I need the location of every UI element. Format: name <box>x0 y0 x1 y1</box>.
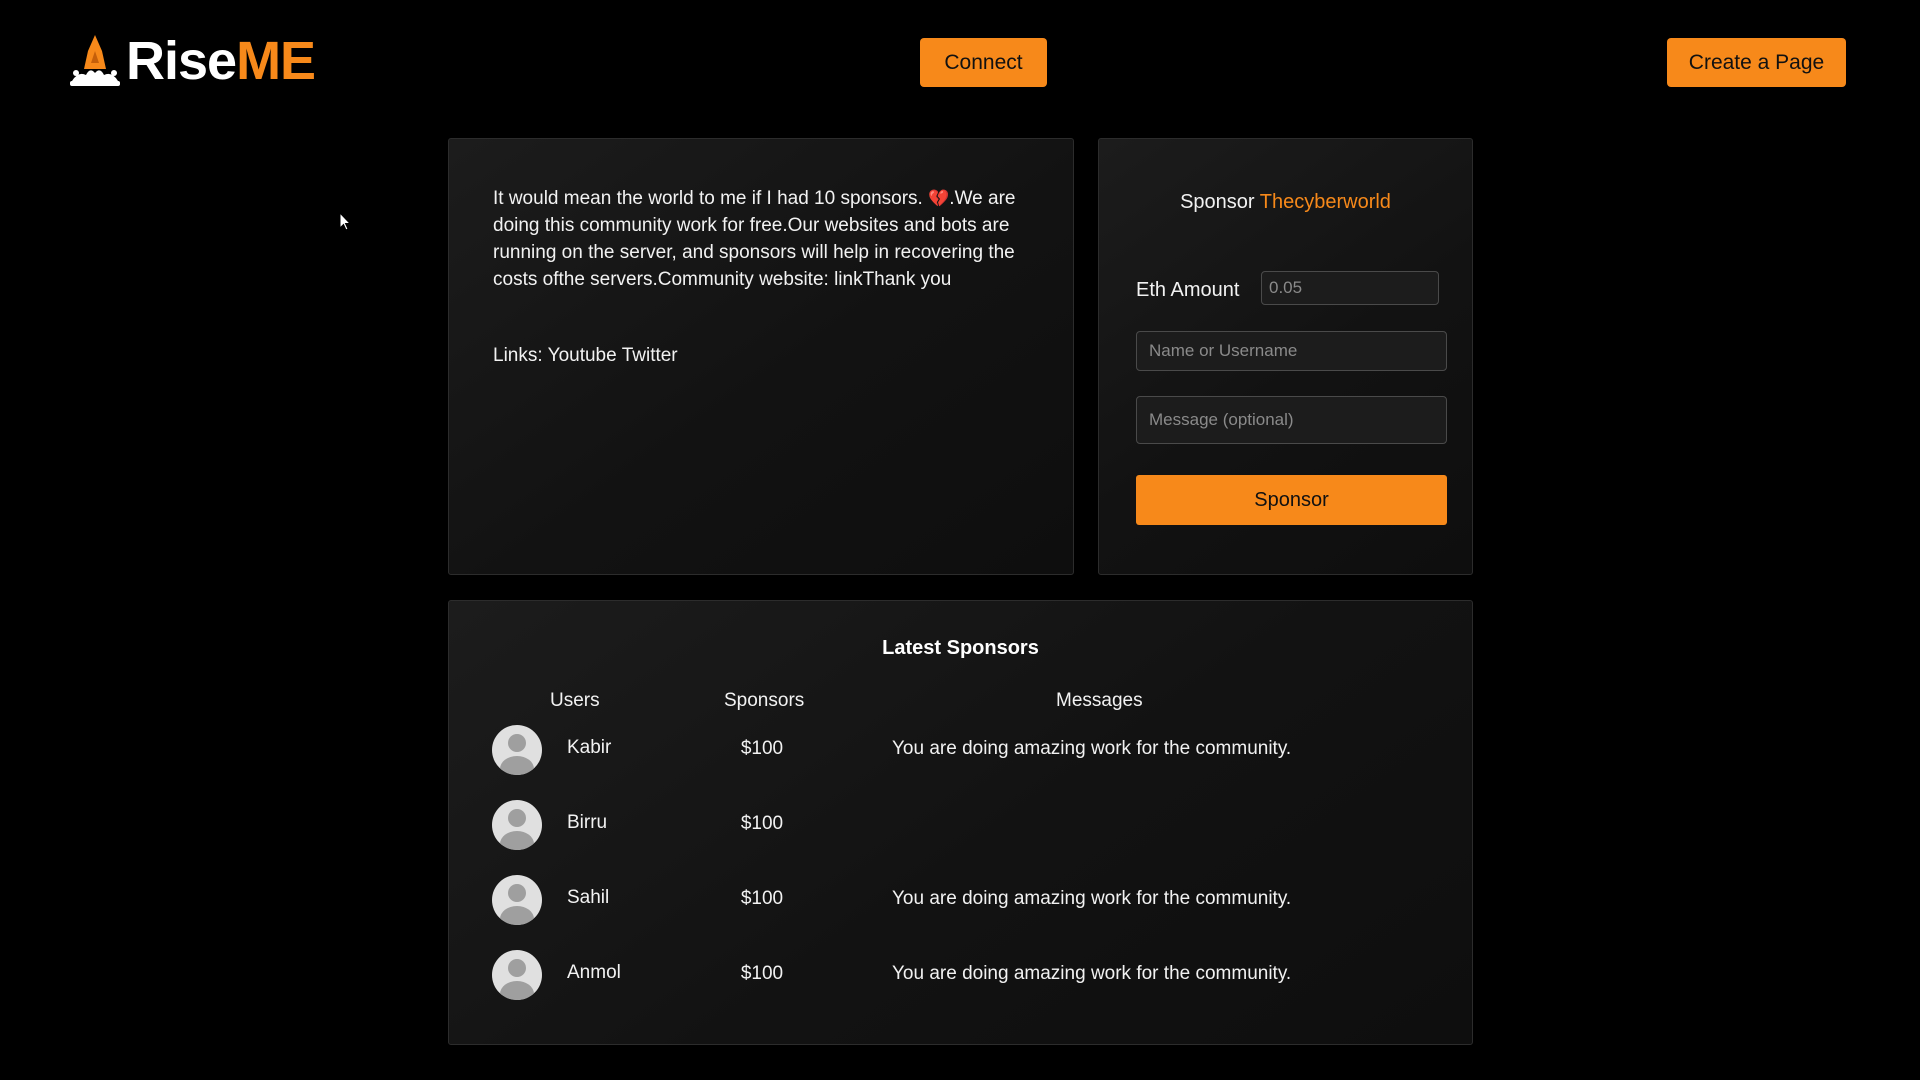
sponsor-row: Anmol $100 You are doing amazing work fo… <box>449 950 1472 1000</box>
sponsor-row: Sahil $100 You are doing amazing work fo… <box>449 875 1472 925</box>
sponsor-message: You are doing amazing work for the commu… <box>892 888 1292 909</box>
sponsor-button[interactable]: Sponsor <box>1136 475 1447 525</box>
eth-amount-label: Eth Amount <box>1136 279 1240 301</box>
default-user-icon <box>492 800 542 850</box>
sponsor-message: You are doing amazing work for the commu… <box>892 738 1292 759</box>
latest-sponsors-card: Latest Sponsors Users Sponsors Messages … <box>448 600 1473 1045</box>
column-header-users: Users <box>550 690 600 711</box>
creator-name: Thecyberworld <box>1259 191 1391 213</box>
latest-sponsors-title: Latest Sponsors <box>882 637 1039 659</box>
sponsor-amount: $100 <box>740 738 784 759</box>
default-user-icon <box>492 950 542 1000</box>
name-input[interactable] <box>1136 331 1447 371</box>
sponsor-form-card: Sponsor Thecyberworld Eth Amount Sponsor <box>1098 138 1473 575</box>
twitter-link[interactable]: Twitter <box>622 345 678 367</box>
eth-amount-input[interactable] <box>1261 271 1439 305</box>
sponsor-message: You are doing amazing work for the commu… <box>892 963 1292 984</box>
column-header-sponsors: Sponsors <box>724 690 805 711</box>
broken-heart-icon: 💔 <box>928 189 950 208</box>
youtube-link[interactable]: Youtube <box>548 345 617 367</box>
sponsor-user: Anmol <box>567 962 621 983</box>
links-row: Links: Youtube Twitter <box>493 345 678 367</box>
about-description: It would mean the world to me if I had 1… <box>493 188 1016 290</box>
create-page-button[interactable]: Create a Page <box>1667 38 1846 87</box>
logo-text: RiseME <box>126 31 316 91</box>
message-input[interactable] <box>1136 396 1447 444</box>
rocket-flame-icon <box>70 35 120 86</box>
mouse-pointer-icon <box>339 212 351 231</box>
default-user-icon <box>492 875 542 925</box>
sponsor-row: Birru $100 <box>449 800 1472 850</box>
links-label: Links: <box>493 345 543 366</box>
sponsor-amount: $100 <box>740 888 784 909</box>
sponsor-row: Kabir $100 You are doing amazing work fo… <box>449 725 1472 775</box>
sponsor-user: Kabir <box>567 737 612 758</box>
logo[interactable]: RiseME <box>68 31 316 91</box>
column-header-messages: Messages <box>1056 690 1143 711</box>
sponsor-form-title: Sponsor Thecyberworld <box>1180 191 1391 213</box>
sponsor-amount: $100 <box>740 813 784 834</box>
about-card: It would mean the world to me if I had 1… <box>448 138 1074 575</box>
page: RiseME Connect Create a Page It would me… <box>0 0 1920 1080</box>
connect-button[interactable]: Connect <box>920 38 1047 87</box>
default-user-icon <box>492 725 542 775</box>
sponsor-user: Sahil <box>567 887 610 908</box>
sponsor-user: Birru <box>567 812 608 833</box>
sponsor-amount: $100 <box>740 963 784 984</box>
